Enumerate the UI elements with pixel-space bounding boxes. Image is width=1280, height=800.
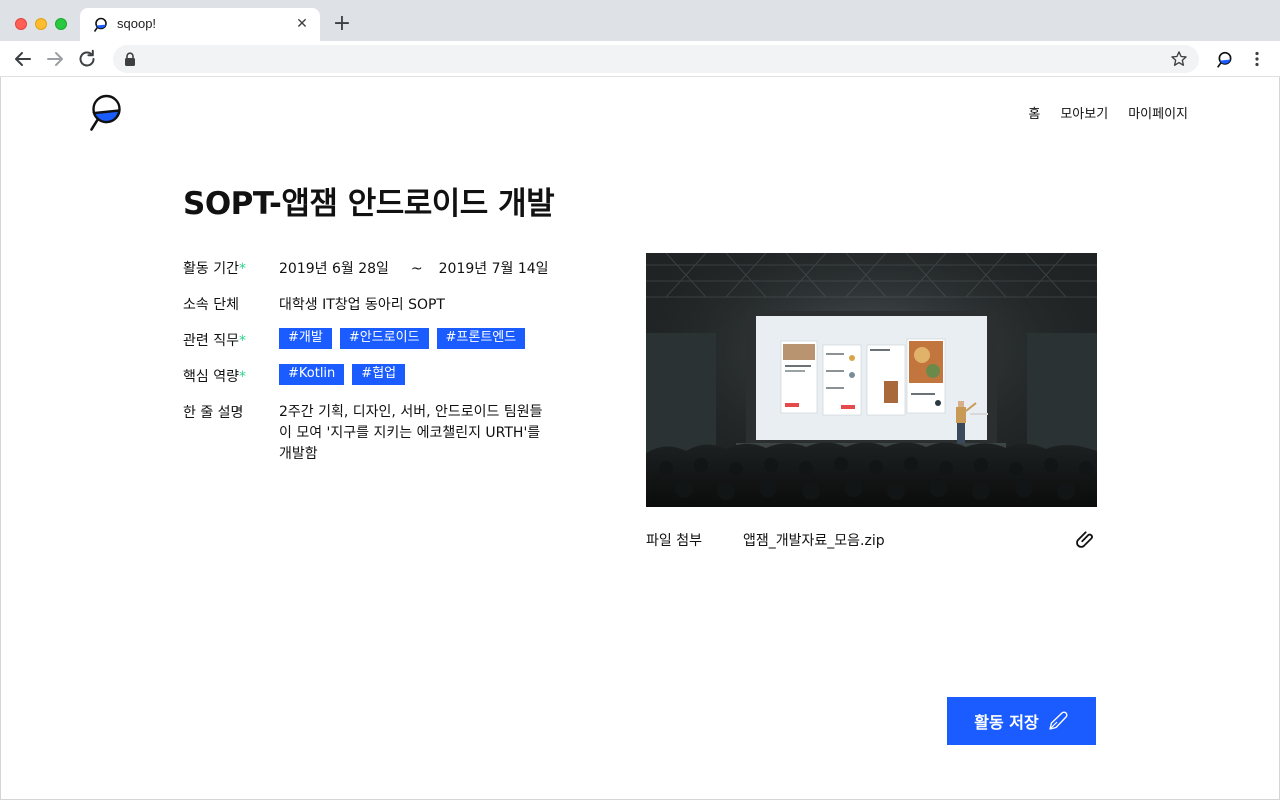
window-maximize-icon[interactable] <box>55 18 67 30</box>
save-button-label: 활동 저장 <box>974 713 1039 732</box>
period-value[interactable]: 2019년 6월 28일 ~2019년 7월 14일 <box>279 258 549 278</box>
attachment-label: 파일 첨부 <box>646 533 702 549</box>
tag-android[interactable]: #안드로이드 <box>339 328 429 349</box>
lock-icon <box>125 52 135 66</box>
window-close-icon[interactable] <box>15 18 27 30</box>
skills-row: 핵심 역량* #Kotlin #협업 <box>183 364 583 400</box>
period-row: 활동 기간* 2019년 6월 28일 ~2019년 7월 14일 <box>183 256 583 292</box>
tag-develop[interactable]: #개발 <box>279 328 332 349</box>
back-arrow-icon[interactable] <box>11 47 35 71</box>
tab-close-icon[interactable]: ✕ <box>292 14 312 34</box>
jobs-label: 관련 직무* <box>183 333 246 349</box>
kebab-menu-icon[interactable] <box>1248 50 1266 68</box>
window-minimize-icon[interactable] <box>35 18 47 30</box>
forward-arrow-icon[interactable] <box>43 47 67 71</box>
description-value[interactable]: 2주간 기획, 디자인, 서버, 안드로이드 팀원들이 모여 '지구를 지키는 … <box>279 402 549 465</box>
new-tab-button[interactable]: + <box>330 12 354 36</box>
nav-browse[interactable]: 모아보기 <box>1060 103 1108 122</box>
pen-nib-icon <box>1049 711 1068 730</box>
page-title: SOPT-앱잼 안드로이드 개발 <box>183 186 555 222</box>
attachment-filename[interactable]: 앱잼_개발자료_모음.zip <box>743 530 885 550</box>
paperclip-icon[interactable] <box>1073 528 1095 550</box>
save-activity-button[interactable]: 활동 저장 <box>947 697 1096 745</box>
jobs-tags: #개발 #안드로이드 #프론트엔드 <box>279 328 526 349</box>
browser-toolbar <box>0 41 1280 77</box>
organization-label: 소속 단체 <box>183 297 239 313</box>
nav-mypage[interactable]: 마이페이지 <box>1128 103 1188 122</box>
bookmark-star-icon[interactable] <box>1169 49 1189 69</box>
required-mark: * <box>238 261 246 277</box>
tab-title: sqoop! <box>117 16 157 31</box>
reload-icon[interactable] <box>75 47 99 71</box>
period-label: 활동 기간* <box>183 261 246 277</box>
period-separator: ~ <box>410 261 423 277</box>
description-row: 한 줄 설명 2주간 기획, 디자인, 서버, 안드로이드 팀원들이 모여 '지… <box>183 400 583 462</box>
extension-sqoop-icon[interactable] <box>1216 51 1234 69</box>
browser-tab[interactable]: sqoop! ✕ <box>80 8 320 41</box>
jobs-row: 관련 직무* #개발 #안드로이드 #프론트엔드 <box>183 328 583 364</box>
description-label: 한 줄 설명 <box>183 405 244 421</box>
tag-frontend[interactable]: #프론트엔드 <box>436 328 526 349</box>
browser-tab-strip: sqoop! ✕ + <box>0 0 1280 41</box>
tag-kotlin[interactable]: #Kotlin <box>279 364 345 385</box>
magnifier-logo-icon[interactable] <box>89 94 123 132</box>
skills-tags: #Kotlin #협업 <box>279 364 406 385</box>
skills-label: 핵심 역량* <box>183 369 246 385</box>
organization-row: 소속 단체 대학생 IT창업 동아리 SOPT <box>183 292 583 328</box>
address-bar[interactable] <box>113 45 1199 73</box>
site-favicon-icon <box>93 17 107 32</box>
nav-home[interactable]: 홈 <box>1028 103 1040 122</box>
required-mark: * <box>238 333 246 349</box>
period-start: 2019년 6월 28일 <box>279 261 389 277</box>
site-navigation: 홈 모아보기 마이페이지 <box>1028 103 1188 122</box>
period-end: 2019년 7월 14일 <box>438 261 549 277</box>
organization-value[interactable]: 대학생 IT창업 동아리 SOPT <box>279 294 445 314</box>
activity-photo[interactable] <box>646 253 1097 507</box>
tag-collaboration[interactable]: #협업 <box>352 364 406 385</box>
required-mark: * <box>238 369 246 385</box>
activity-info: 활동 기간* 2019년 6월 28일 ~2019년 7월 14일 소속 단체 대… <box>183 256 583 462</box>
